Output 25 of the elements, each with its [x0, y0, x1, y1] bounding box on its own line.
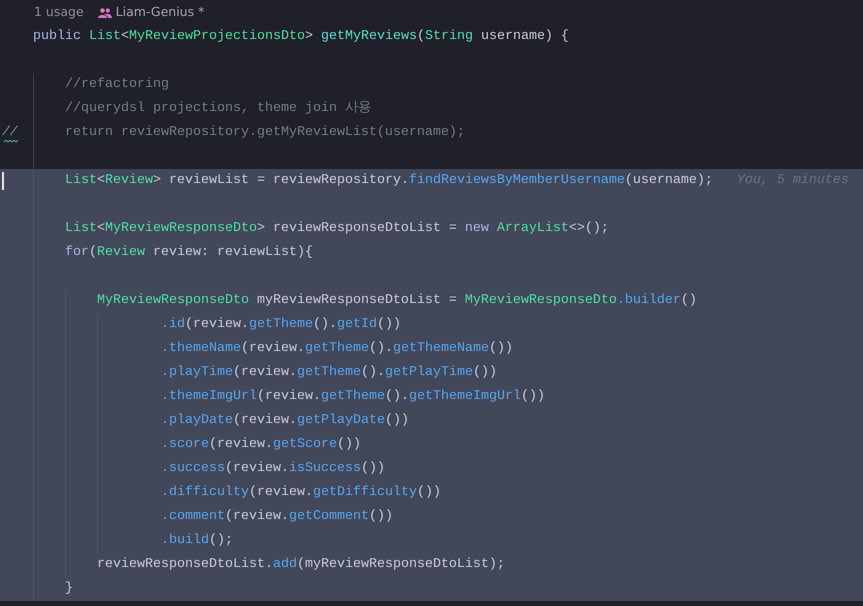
code-line: return reviewRepository.getMyReviewList(username);: [65, 124, 465, 142]
code-line: .themeImgUrl(review.getTheme().getThemeImgUrl()): [161, 388, 545, 406]
code-line: .playDate(review.getPlayDate()): [161, 412, 409, 430]
code-line: //querydsl projections, theme join 사용: [65, 100, 371, 118]
code-line: .score(review.getScore()): [161, 436, 361, 454]
code-line: public List<MyReviewProjectionsDto> getMyReviews(String username) {: [33, 28, 569, 46]
code-line: List<Review> reviewList = reviewRepository.findReviewsByMemberUsername(username);: [65, 172, 713, 190]
code-line: .id(review.getTheme().getId()): [161, 316, 401, 334]
code-line: .build();: [161, 532, 233, 550]
code-line: .playTime(review.getTheme().getPlayTime()): [161, 364, 497, 382]
gutter-comment-marker: //: [2, 125, 18, 139]
people-icon: [98, 8, 112, 18]
code-line: reviewResponseDtoList.add(myReviewResponseDtoList);: [97, 556, 505, 574]
code-line: .comment(review.getComment()): [161, 508, 393, 526]
warning-squiggle-icon: [4, 140, 18, 144]
code-line: }: [65, 580, 73, 598]
code-line: List<MyReviewResponseDto> reviewResponseDtoList = new ArrayList<>();: [65, 220, 609, 238]
code-line: .themeName(review.getTheme().getThemeName()): [161, 340, 513, 358]
usages-link[interactable]: 1 usage: [34, 3, 84, 22]
code-line: //refactoring: [65, 76, 169, 94]
code-line: MyReviewResponseDto myReviewResponseDtoList = MyReviewResponseDto.builder(): [97, 292, 697, 310]
author-name[interactable]: Liam-Genius *: [116, 3, 204, 22]
code-line: for(Review review: reviewList){: [65, 244, 313, 262]
code-line: .difficulty(review.getDifficulty()): [161, 484, 441, 502]
code-line: .success(review.isSuccess()): [161, 460, 385, 478]
